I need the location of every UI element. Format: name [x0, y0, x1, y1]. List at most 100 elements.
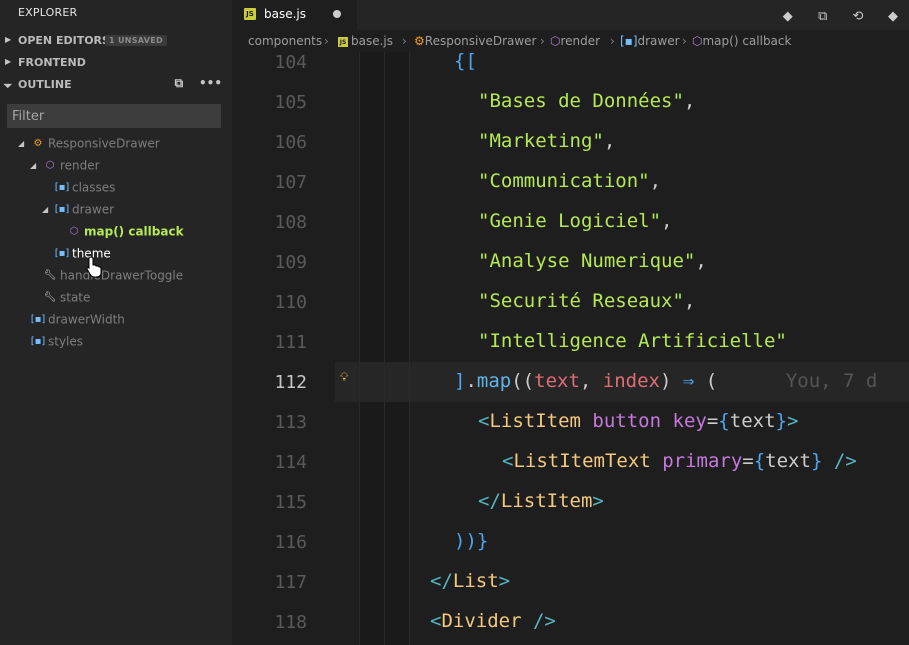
chevron-right-icon: ›	[402, 34, 407, 48]
outline-item-drawer-width[interactable]: [▪] drawerWidth	[30, 312, 125, 334]
open-editors-section[interactable]: ▶ OPEN EDITORS 1 UNSAVED	[0, 30, 232, 52]
explorer-title: EXPLORER	[18, 6, 78, 19]
code-line: "Intelligence Artificielle"	[478, 330, 787, 370]
breadcrumb-label: ResponsiveDrawer	[424, 34, 537, 48]
unsaved-badge: 1 UNSAVED	[105, 35, 167, 46]
javascript-file-icon: JS	[244, 8, 256, 20]
go-to-changes-icon[interactable]: ⟲	[848, 7, 868, 27]
breadcrumb-item[interactable]: ⬡render	[550, 34, 600, 48]
chevron-down-icon: ◢	[18, 139, 25, 148]
breadcrumb-item[interactable]: [▪]drawer	[620, 34, 680, 48]
code-line: {[	[454, 52, 477, 72]
code-line: "Analyse Numerique",	[478, 250, 707, 272]
collapse-all-icon[interactable]: ⧉	[175, 76, 184, 91]
outline-item-state[interactable]: 🔧︎ state	[42, 290, 91, 312]
wrench-icon: 🔧︎	[43, 292, 57, 303]
chevron-right-icon: ▶	[5, 35, 12, 44]
outline-item-styles[interactable]: [▪] styles	[30, 334, 83, 356]
outline-filter-input[interactable]	[7, 104, 221, 128]
outline-item-label: state	[60, 290, 91, 305]
hand-cursor-icon	[86, 256, 102, 278]
code-line: ].map((text, index) ⇒ ( You, 7 d	[454, 370, 878, 392]
outline-item-label: render	[60, 158, 100, 173]
line-number-active: 112	[274, 372, 307, 393]
variable-icon: [▪]	[30, 336, 46, 347]
outline-item-label: map() callback	[84, 224, 184, 239]
line-number: 117	[274, 572, 307, 593]
line-number: 111	[274, 332, 307, 353]
outline-item-classes[interactable]: [▪] classes	[54, 180, 116, 202]
string-literal: "Communication"	[478, 170, 650, 192]
breadcrumb: components › JS base.js › ⚙ResponsiveDraw…	[232, 30, 909, 52]
breadcrumb-label: render	[560, 34, 601, 48]
line-number: 113	[274, 412, 307, 433]
string-literal: "Marketing"	[478, 130, 604, 152]
chevron-right-icon: ▶	[5, 57, 12, 66]
string-literal: "Securité Reseaux"	[478, 290, 684, 312]
breadcrumb-label: map() callback	[702, 34, 792, 48]
breadcrumb-item[interactable]: ⚙ResponsiveDrawer	[414, 34, 537, 48]
outline-item-label: classes	[72, 180, 116, 195]
line-number: 107	[274, 172, 307, 193]
chevron-right-icon: ›	[540, 34, 545, 48]
tab-label: base.js	[264, 7, 307, 21]
code-line: ))}	[454, 530, 489, 552]
outline-item-label: ResponsiveDrawer	[48, 136, 160, 151]
string-literal: "Analyse Numerique"	[478, 250, 696, 272]
tab-bar: JS base.js ◆ ⧉ ⟲ ◆	[232, 0, 909, 30]
chevron-down-icon: ◢	[30, 161, 37, 170]
outline-section[interactable]: ◢ OUTLINE ⧉ •••	[0, 74, 232, 96]
outline-item-handle-drawer-toggle[interactable]: 🔧︎ handleDrawerToggle	[42, 268, 184, 290]
indent-guide	[409, 52, 410, 645]
code-line: "Bases de Données",	[478, 90, 696, 112]
chevron-down-icon: ◢	[42, 205, 49, 214]
line-number: 116	[274, 532, 307, 553]
chevron-down-icon: ◢	[2, 78, 14, 89]
outline-item-label: drawerWidth	[48, 312, 125, 327]
lightbulb-icon[interactable]: 💡︎	[340, 370, 348, 385]
git-icon[interactable]: ◆	[883, 7, 903, 27]
class-icon: ⚙	[414, 34, 425, 48]
breadcrumb-item[interactable]: JS base.js	[338, 34, 393, 48]
code-line: "Securité Reseaux",	[478, 290, 696, 312]
breadcrumb-item[interactable]: components	[248, 34, 322, 48]
variable-icon: [▪]	[54, 204, 70, 215]
indent-guide	[359, 52, 360, 645]
method-icon: ⬡	[692, 34, 703, 48]
line-number: 104	[274, 52, 307, 73]
code-line: <ListItem button key={text}>	[478, 410, 799, 432]
line-number: 105	[274, 92, 307, 113]
git-compare-icon[interactable]: ◆	[778, 7, 798, 27]
line-number: 115	[274, 492, 307, 513]
variable-icon: [▪]	[54, 248, 70, 259]
explorer-sidebar: EXPLORER ▶ OPEN EDITORS 1 UNSAVED ▶ FRON…	[0, 0, 232, 645]
line-number: 114	[274, 452, 307, 473]
outline-item-render[interactable]: ◢ ⬡ render	[30, 158, 100, 180]
outline-item-label: styles	[48, 334, 84, 349]
outline-item-responsive-drawer[interactable]: ◢ ⚙ ResponsiveDrawer	[18, 136, 160, 158]
method-icon: ⬡	[69, 226, 79, 237]
breadcrumb-item[interactable]: ⬡map() callback	[692, 34, 791, 48]
variable-icon: [▪]	[620, 34, 638, 48]
ellipsis-icon[interactable]: •••	[199, 76, 222, 90]
frontend-label: FRONTEND	[18, 56, 86, 69]
outline-item-drawer[interactable]: ◢ [▪] drawer	[42, 202, 114, 224]
live-share-icon[interactable]: ⧉	[813, 7, 833, 27]
outline-item-label: drawer	[72, 202, 115, 217]
variable-icon: [▪]	[30, 314, 46, 325]
chevron-right-icon: ›	[682, 34, 687, 48]
unsaved-dot-icon[interactable]	[333, 10, 341, 18]
frontend-section[interactable]: ▶ FRONTEND	[0, 52, 232, 74]
code-line: </ListItem>	[478, 490, 604, 512]
tab-base-js[interactable]: JS base.js	[232, 0, 357, 30]
outline-item-map-callback[interactable]: ⬡ map() callback	[66, 224, 184, 246]
code-line: </List>	[430, 570, 511, 592]
wrench-icon: 🔧︎	[43, 270, 57, 281]
line-number: 118	[274, 612, 307, 633]
line-number: 108	[274, 212, 307, 233]
open-editors-label: OPEN EDITORS	[18, 34, 110, 47]
code-editor[interactable]: 💡︎ 104 105 106 107 108 109 110 111 112 1…	[232, 52, 909, 645]
outline-item-theme[interactable]: [▪] theme	[54, 246, 111, 268]
breadcrumb-label: drawer	[637, 34, 680, 48]
chevron-right-icon: ›	[610, 34, 615, 48]
